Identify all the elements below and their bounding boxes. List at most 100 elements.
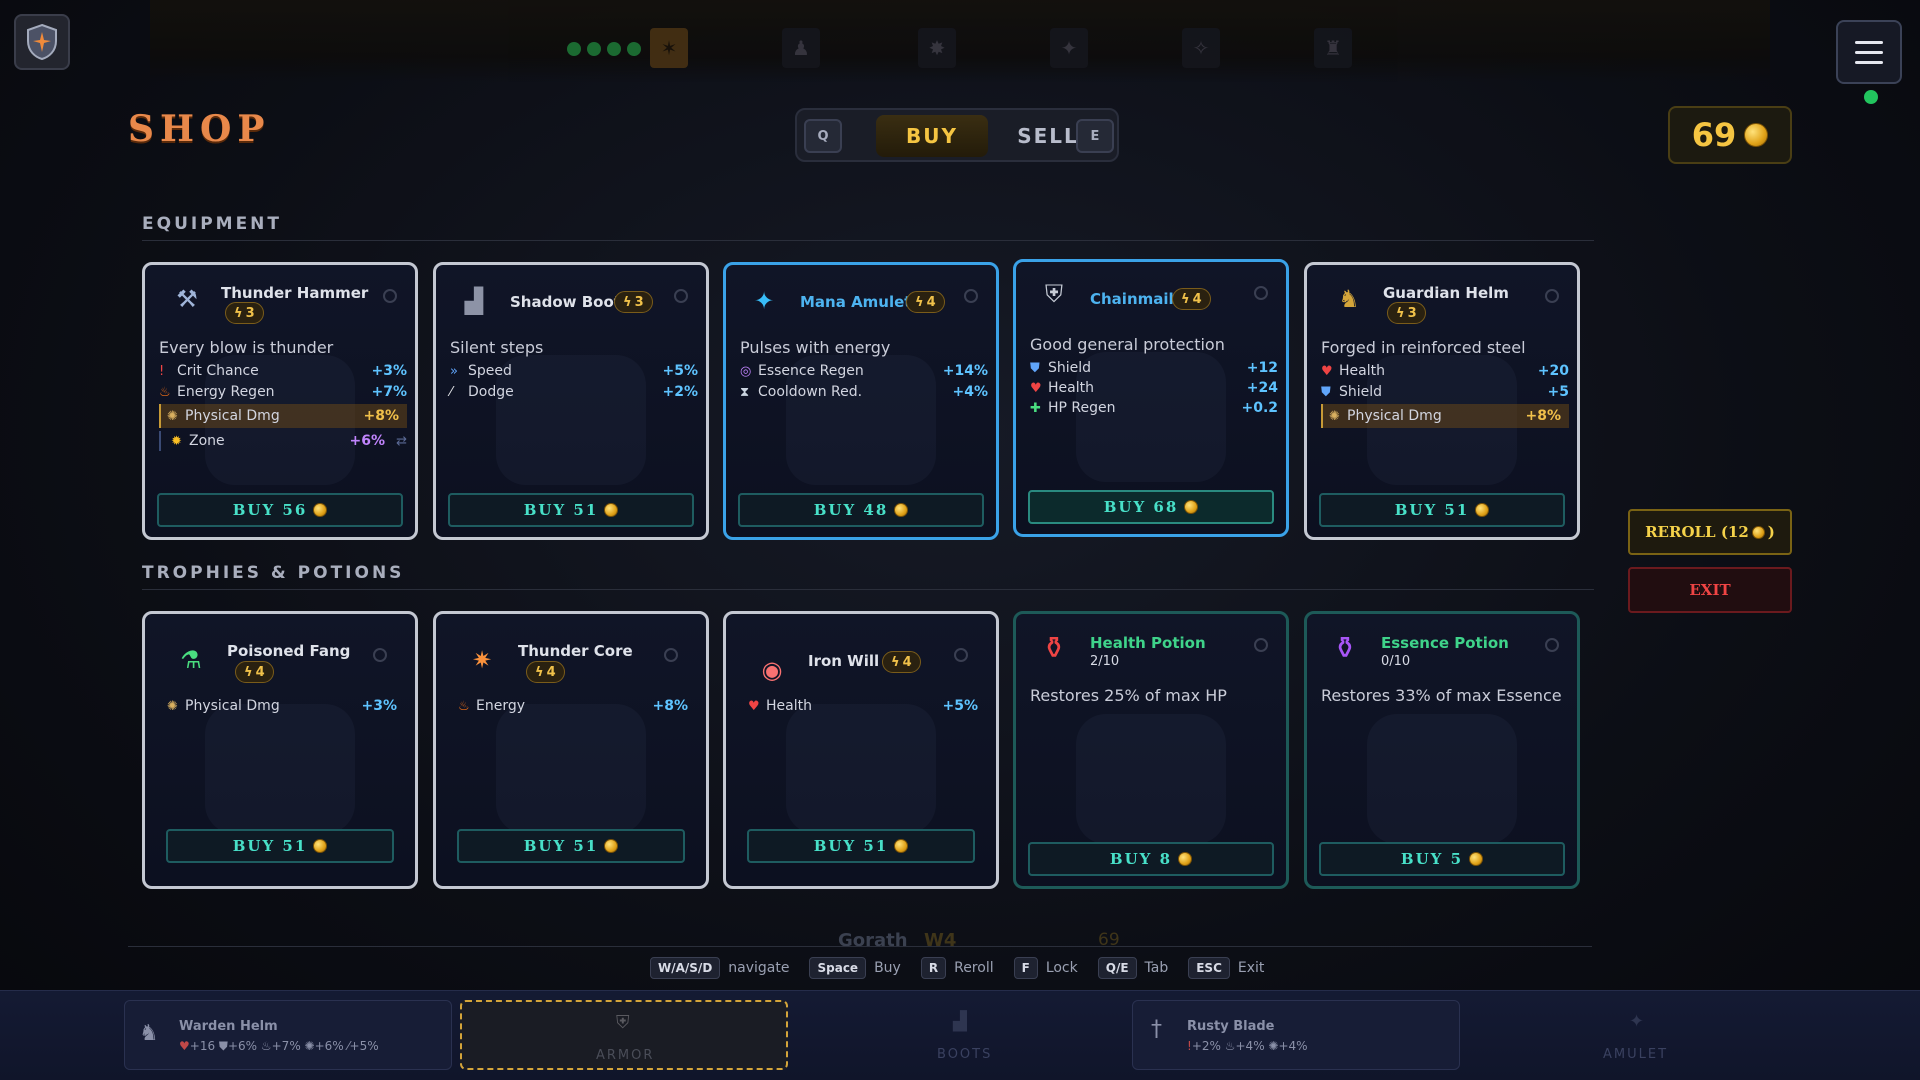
shop-card-health-potion[interactable]: ⚱ Health Potion 2/10 Restores 25% of max… xyxy=(1013,611,1289,889)
lock-icon[interactable] xyxy=(1254,638,1268,652)
keyboard-hints: W/A/S/D navigate Space Buy R Reroll F Lock Q… xyxy=(650,956,1276,980)
swap-icon: ⇄ xyxy=(396,433,407,449)
item-desc: Restores 33% of max Essence xyxy=(1321,686,1562,705)
lock-icon[interactable] xyxy=(383,289,397,303)
shop-card-iron-will[interactable]: ◉ Iron Will ϟ4 ♥ Health +5% BUY 51 xyxy=(723,611,999,889)
enemy-icon: ✧ xyxy=(1182,28,1220,68)
lock-icon[interactable] xyxy=(664,648,678,662)
stat-row-zone: ✹ Zone +6% ⇄ xyxy=(159,431,407,451)
flame-icon: ♨ xyxy=(1224,1039,1236,1053)
coin-icon xyxy=(1744,123,1769,147)
coin-icon xyxy=(1751,525,1765,539)
lock-icon[interactable] xyxy=(373,648,387,662)
stat-row: ♨ Energy +8% xyxy=(458,698,688,714)
lock-icon[interactable] xyxy=(674,289,688,303)
trophy-silhouette xyxy=(786,704,936,834)
buy-button[interactable]: BUY 51 xyxy=(1319,493,1565,527)
wave-label: W4 xyxy=(924,930,957,951)
shop-card-mana-amulet[interactable]: ✦ Mana Amulet ϟ4 Pulses with energy ◎ Ess… xyxy=(723,262,999,540)
hint-label: navigate xyxy=(728,960,790,976)
trophy-silhouette xyxy=(205,704,355,834)
prev-tab-key[interactable]: Q xyxy=(804,119,842,153)
shield-logo-icon[interactable] xyxy=(14,14,70,70)
buy-button[interactable]: BUY 51 xyxy=(448,493,694,527)
buy-button[interactable]: BUY 68 xyxy=(1028,490,1274,524)
coin-icon xyxy=(1184,500,1199,514)
shield-icon: ⛊ xyxy=(218,1039,228,1053)
enemy-icon: ✦ xyxy=(1050,28,1088,68)
divider xyxy=(142,240,1594,241)
tier-badge: ϟ3 xyxy=(614,291,653,313)
boot-icon: ▟ xyxy=(953,1011,967,1032)
exit-button[interactable]: EXIT xyxy=(1628,567,1792,613)
tier-badge: ϟ3 xyxy=(1387,302,1426,324)
hamburger-menu-icon[interactable] xyxy=(1836,20,1902,84)
stat-row: ♥ Health +20 xyxy=(1321,363,1569,379)
iron-will-icon: ◉ xyxy=(761,656,783,684)
section-title-equipment: EQUIPMENT xyxy=(142,214,283,234)
spider-enemy-icon: ✶ xyxy=(650,28,688,68)
lock-icon[interactable] xyxy=(1545,289,1559,303)
stat-row: » Speed +5% xyxy=(450,363,698,379)
lock-icon[interactable] xyxy=(1545,638,1559,652)
item-desc: Every blow is thunder xyxy=(159,338,334,357)
coin-icon xyxy=(1469,852,1484,866)
buy-button[interactable]: BUY 51 xyxy=(747,829,975,863)
equip-slot-boots[interactable]: ▟ BOOTS xyxy=(796,1000,1124,1070)
tier-badge: ϟ4 xyxy=(906,291,945,313)
lock-icon[interactable] xyxy=(954,648,968,662)
lightning-icon: ϟ xyxy=(915,294,924,310)
wave-strip: ✶ ♟ ✸ ✦ ✧ ♜ xyxy=(150,0,1770,82)
tab-buy[interactable]: BUY xyxy=(876,115,988,157)
flame-icon: ♨ xyxy=(159,384,171,400)
reroll-button[interactable]: REROLL (12) xyxy=(1628,509,1792,555)
physical-icon: ✺ xyxy=(304,1039,315,1053)
buy-button[interactable]: BUY 51 xyxy=(166,829,394,863)
lock-icon[interactable] xyxy=(964,289,978,303)
shop-card-poisoned-fang[interactable]: ⚗ Poisoned Fang ϟ4 ✺ Physical Dmg +3% BUY … xyxy=(142,611,418,889)
shop-card-thunder-core[interactable]: ✷ Thunder Core ϟ4 ♨ Energy +8% BUY 51 xyxy=(433,611,709,889)
buy-button[interactable]: BUY 48 xyxy=(738,493,984,527)
stat-row: ♥ Health +24 xyxy=(1030,380,1278,396)
item-name: Guardian Helm xyxy=(1383,284,1509,302)
lightning-icon: ϟ xyxy=(535,664,544,680)
lightning-icon: ϟ xyxy=(1396,305,1405,321)
hammer-icon: ⚒ xyxy=(176,285,198,313)
wave-dot xyxy=(587,42,601,56)
stat-row: ⛊ Shield +5 xyxy=(1321,384,1569,400)
heart-icon: ♥ xyxy=(1030,380,1042,396)
item-desc: Silent steps xyxy=(450,338,544,357)
hint-label: Buy xyxy=(874,960,901,976)
lightning-icon: ϟ xyxy=(1181,291,1190,307)
slot-item-name: Rusty Blade xyxy=(1187,1019,1275,1034)
equip-slot-amulet[interactable]: ✦ AMULET xyxy=(1468,1000,1796,1070)
next-tab-key[interactable]: E xyxy=(1076,119,1114,153)
heart-icon: ♥ xyxy=(748,698,760,714)
lock-icon[interactable] xyxy=(1254,286,1268,300)
buy-button[interactable]: BUY 8 xyxy=(1028,842,1274,876)
buy-button[interactable]: BUY 51 xyxy=(457,829,685,863)
shop-card-essence-potion[interactable]: ⚱ Essence Potion 0/10 Restores 33% of ma… xyxy=(1304,611,1580,889)
shop-card-guardian-helm[interactable]: ♞ Guardian Helm ϟ3 Forged in reinforced … xyxy=(1304,262,1580,540)
armor-icon: ⛨ xyxy=(616,1012,630,1033)
equip-slot-armor-selected[interactable]: ⛨ ARMOR xyxy=(460,1000,788,1070)
slot-label: ARMOR xyxy=(596,1048,655,1063)
stat-row: ♥ Health +5% xyxy=(748,698,978,714)
item-name: Shadow Boot xyxy=(510,293,621,311)
shop-card-chainmail[interactable]: ⛨ Chainmail ϟ4 Good general protection ⛊… xyxy=(1013,259,1289,537)
wave-dot xyxy=(607,42,621,56)
shop-card-thunder-hammer[interactable]: ⚒ Thunder Hammer ϟ3 Every blow is thunde… xyxy=(142,262,418,540)
equip-slot-weapon[interactable]: † Rusty Blade !+2% ♨+4% ✺+4% xyxy=(1132,1000,1460,1070)
health-potion-icon: ⚱ xyxy=(1041,630,1067,666)
buy-button[interactable]: BUY 56 xyxy=(157,493,403,527)
hint-key: Q/E xyxy=(1097,957,1137,979)
stock-count: 0/10 xyxy=(1381,654,1411,669)
equip-slot-helm[interactable]: ♞ Warden Helm ♥+16 ⛊+6% ♨+7% ✺+6% ⁄+5% xyxy=(124,1000,452,1070)
item-name: Mana Amulet xyxy=(800,293,912,311)
shop-card-shadow-boot[interactable]: ▟ Shadow Boot ϟ3 Silent steps » Speed +5% … xyxy=(433,262,709,540)
buy-button[interactable]: BUY 5 xyxy=(1319,842,1565,876)
physical-icon: ✺ xyxy=(1268,1039,1279,1053)
coin-icon xyxy=(313,503,328,517)
flame-icon: ♨ xyxy=(260,1039,272,1053)
hint-key: F xyxy=(1013,957,1038,979)
